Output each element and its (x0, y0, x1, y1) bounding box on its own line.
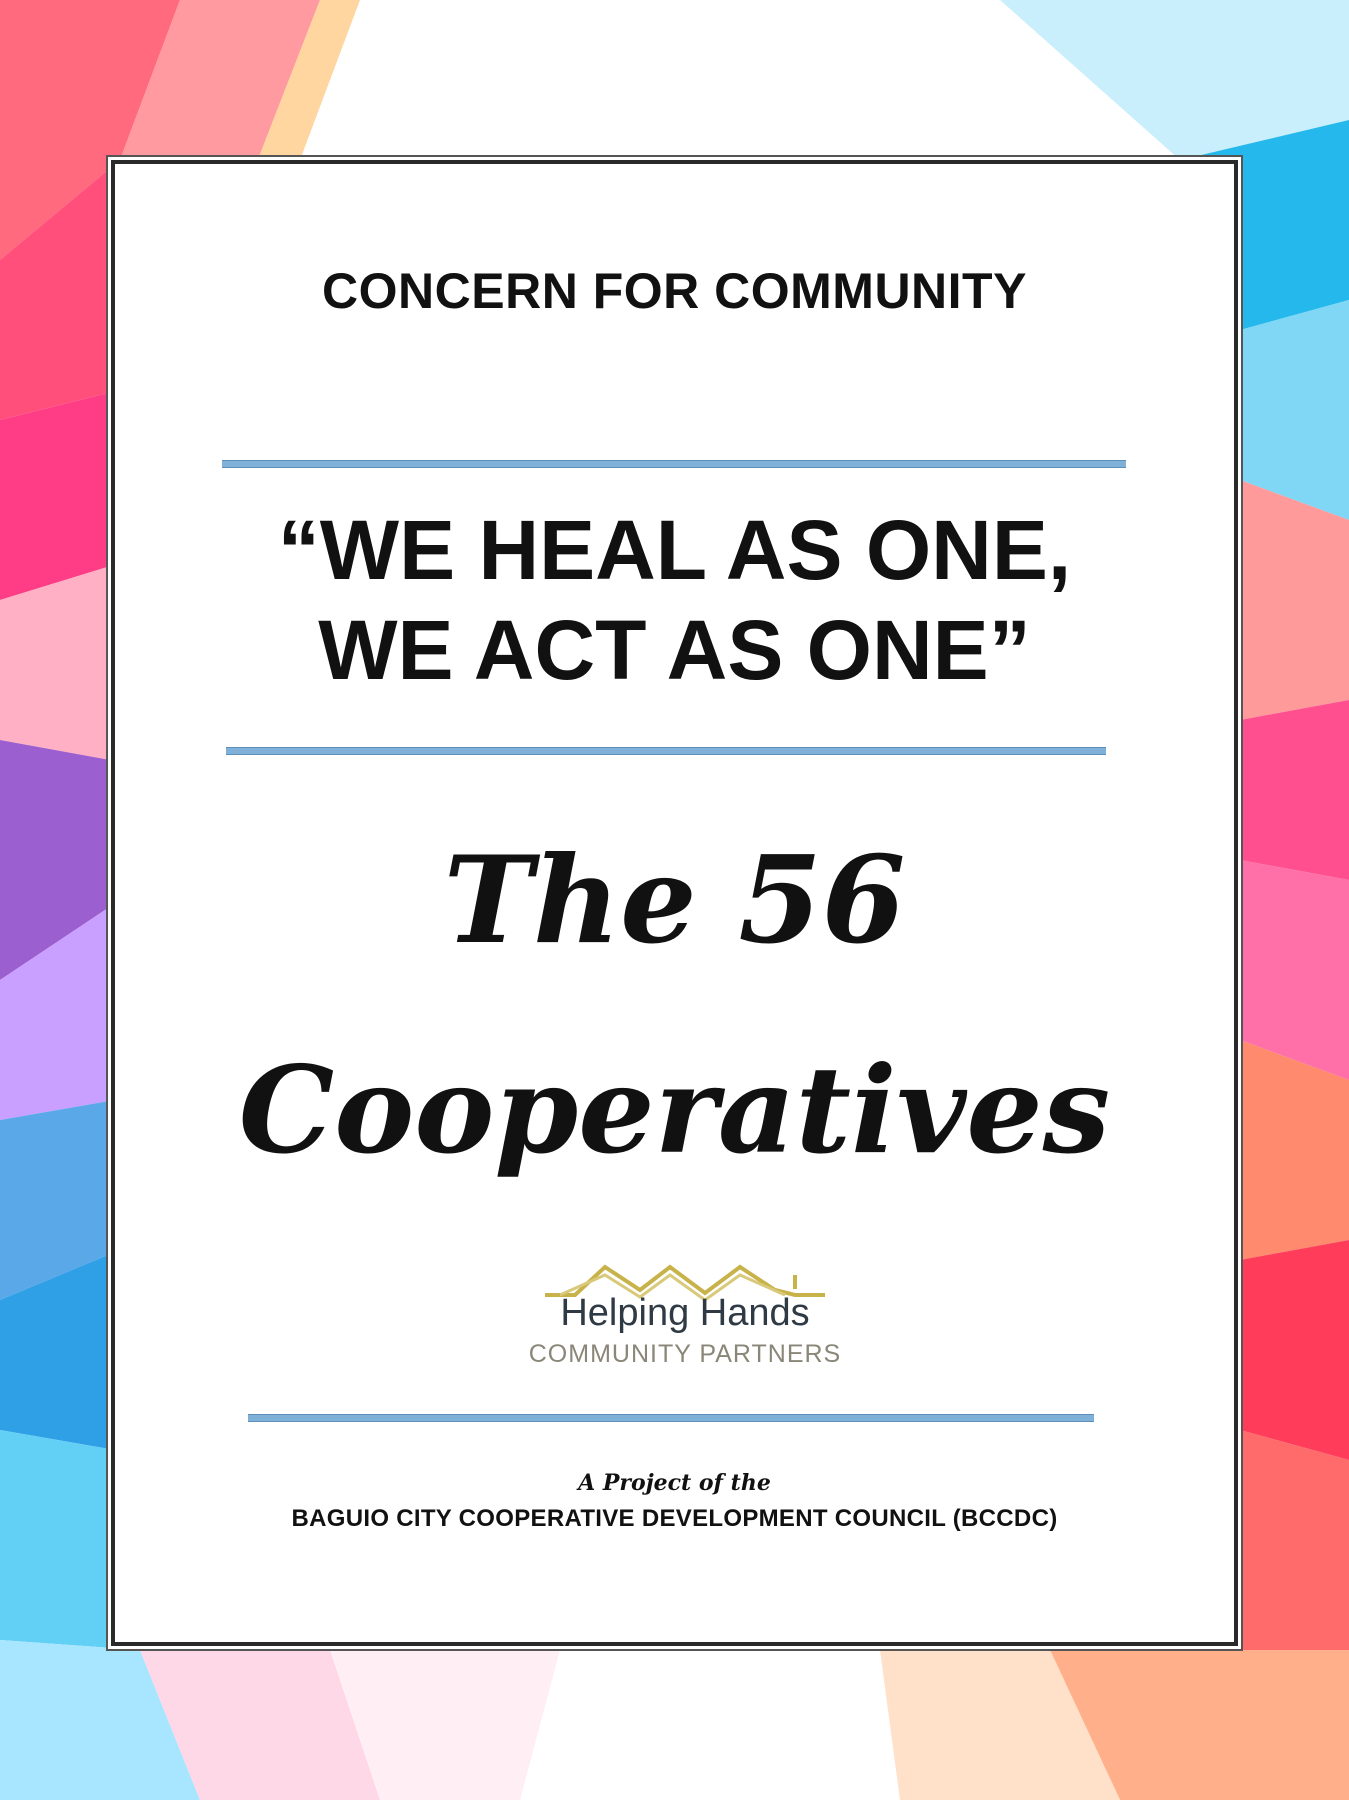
project-of-label: A Project of the (578, 1470, 771, 1496)
slogan-line-2: WE ACT AS ONE” (318, 603, 1031, 697)
slogan-line-1: “WE HEAL AS ONE, (277, 503, 1072, 597)
logo-subtitle: COMMUNITY PARTNERS (528, 1340, 842, 1368)
divider-top (222, 460, 1126, 468)
cover-heading: CONCERN FOR COMMUNITY (322, 263, 1027, 319)
divider-middle (226, 747, 1106, 755)
title-line-1: The 56 (443, 830, 906, 971)
divider-bottom (248, 1414, 1094, 1422)
slogan: “WE HEAL AS ONE, WE ACT AS ONE” (0, 500, 1349, 700)
organization-name: BAGUIO CITY COOPERATIVE DEVELOPMENT COUN… (291, 1505, 1058, 1532)
title-line-2: Cooperatives (238, 1040, 1111, 1181)
logo-name: Helping Hands (560, 1292, 810, 1334)
